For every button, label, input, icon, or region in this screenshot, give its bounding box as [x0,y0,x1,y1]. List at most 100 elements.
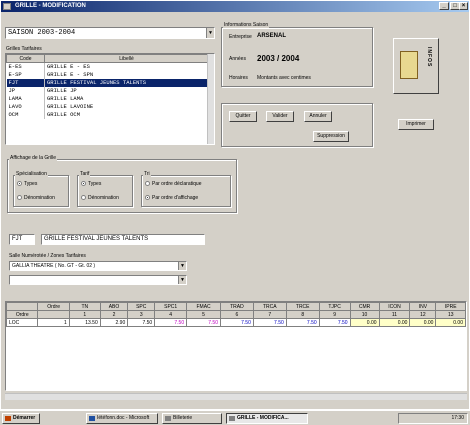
grille-row[interactable]: JP GRILLE JP [6,86,209,95]
grid-cell[interactable]: 7.50 [154,318,188,327]
grid-cell[interactable]: SPC1 [154,302,188,311]
tarif-denom-radio[interactable]: Dénomination [81,195,119,201]
quitter-button[interactable]: Quitter [229,111,257,122]
specialisation-types-radio[interactable]: Types [17,181,37,187]
tarif-grid[interactable]: Ordre TN ABO SPC SPC1 FMAC TRAD TRCA TRCE TJPC CMR… [5,301,467,391]
imprimer-button[interactable]: Imprimer [398,119,434,130]
grid-cell[interactable]: 1 [68,310,101,319]
grid-cell[interactable]: TRCE [285,302,320,311]
tarif-label: Tarif [79,171,91,177]
col-code-header[interactable]: Code [6,54,45,63]
grid-cell[interactable]: 0.00 [349,318,380,327]
grid-cell[interactable]: 13.50 [68,318,101,327]
grid-cell[interactable]: 12 [409,310,437,319]
grid-cell[interactable]: TRAD [219,302,254,311]
grille-row[interactable]: LAVO GRILLE LAVOINE [6,102,209,111]
taskbar-item-billeterie[interactable]: Billeterie [162,413,222,424]
grid-cell[interactable]: TRCA [252,302,287,311]
suppression-button[interactable]: Suppression [313,131,349,142]
grid-cell[interactable] [5,302,39,311]
radio-unchecked-icon [81,195,86,200]
grid-cell[interactable]: LOC [5,318,39,327]
grid-cell[interactable]: 10 [349,310,380,319]
salle-select[interactable]: GALLIA THEATRE ( No. GT - Gt. 02 ) ▼ [9,261,187,271]
grid-cell[interactable]: 5 [186,310,221,319]
annuler-button[interactable]: Annuler [304,111,332,122]
grille-libelle-cell: GRILLE OCM [44,110,209,119]
infos-logo[interactable]: INFOS [393,38,439,94]
grid-cell[interactable]: TJPC [318,302,351,311]
grid-cell[interactable]: SPC [127,302,156,311]
grid-cell[interactable]: 0.00 [435,318,466,327]
grille-row[interactable]: E-ES GRILLE E - ES [6,62,209,71]
grid-cell[interactable]: 7 [252,310,287,319]
grid-cell[interactable] [37,310,70,319]
grid-cell[interactable]: 6 [219,310,254,319]
grid-cell[interactable]: CMR [349,302,380,311]
grid-cell[interactable]: 2 [99,310,129,319]
grid-hscrollbar[interactable] [5,393,467,400]
tri-label: Tri [143,171,151,177]
tri-group [141,175,231,207]
grid-cell[interactable]: 0.00 [378,318,411,327]
grid-cell[interactable]: 7.50 [252,318,287,327]
grille-code-cell: OCM [6,110,45,119]
close-button[interactable]: × [459,2,468,10]
grid-cell[interactable]: IPRE [435,302,466,311]
grid-cell[interactable]: FMAC [186,302,221,311]
taskbar-item-word[interactable]: Iétéfonn.doc - Microsoft [86,413,158,424]
start-button[interactable]: Démarrer [2,413,40,424]
code-field[interactable]: FJT [9,234,35,245]
saison-value: SAISON 2003-2004 [8,29,76,37]
zone-select[interactable]: ▼ [9,275,187,285]
col-libelle-header[interactable]: Libellé [44,54,209,63]
grid-cell[interactable]: 0.00 [409,318,437,327]
annees-label: Années [229,56,246,62]
grid-cell[interactable]: 13 [435,310,466,319]
grid-cell[interactable]: 9 [318,310,351,319]
grid-cell[interactable]: 7.50 [219,318,254,327]
grid-cell[interactable]: 3 [127,310,156,319]
grid-cell[interactable]: ICON [378,302,411,311]
grid-cell[interactable]: 4 [154,310,188,319]
grid-cell[interactable]: 7.50 [186,318,221,327]
radio-unchecked-icon [145,181,150,186]
grid-cell[interactable]: 7.50 [285,318,320,327]
tarif-types-radio[interactable]: Types [81,181,101,187]
grid-cell[interactable]: 8 [285,310,320,319]
actions-group [221,103,373,147]
grid-cell[interactable]: 7.50 [318,318,351,327]
grid-cell[interactable]: Ordre [37,302,70,311]
grid-cell[interactable]: Ordre [5,310,39,319]
grid-cell[interactable]: 1 [37,318,70,327]
tri-declaratique-radio[interactable]: Par ordre déclaratique [145,181,201,187]
grid-cell[interactable]: 11 [378,310,411,319]
chevron-down-icon[interactable]: ▼ [178,262,186,270]
taskbar-item-label: GRILLE - MODIFICA... [237,415,289,421]
chevron-down-icon[interactable]: ▼ [206,28,214,38]
taskbar-item-grille[interactable]: GRILLE - MODIFICA... [226,413,308,424]
grille-row[interactable]: LAMA GRILLE LAMA [6,94,209,103]
grille-row[interactable]: FJT GRILLE FESTIVAL JEUNES TALENTS [6,78,209,87]
grid-cell[interactable]: INV [409,302,437,311]
grid-cell[interactable]: ABO [99,302,129,311]
grid-cell[interactable]: 7.50 [127,318,156,327]
grilles-list[interactable]: Code Libellé E-ES GRILLE E - ES E-SP GRILLE… [5,53,215,145]
specialisation-types-label: Types [24,181,38,187]
grid-row-headers: Ordre TN ABO SPC SPC1 FMAC TRAD TRCA TRCE TJPC CMR… [5,302,466,311]
grid-cell[interactable]: TN [68,302,101,311]
grille-row[interactable]: E-SP GRILLE E - SPN [6,70,209,79]
chevron-down-icon[interactable]: ▼ [178,276,186,284]
list-scrollbar[interactable] [207,54,214,144]
grid-row-row_data: LOC 1 13.50 2.90 7.50 7.50 7.50 7.50 7.50 7.50 7.5… [5,318,466,327]
valider-button[interactable]: Valider [266,111,294,122]
saison-select[interactable]: SAISON 2003-2004 ▼ [5,27,215,39]
grid-cell[interactable]: 2.90 [99,318,129,327]
tri-affichage-radio[interactable]: Par ordre d'affichage [145,195,198,201]
affichage-label: Affichage de la Grille [9,155,58,161]
specialisation-denom-radio[interactable]: Dénomination [17,195,55,201]
minimize-button[interactable]: _ [439,2,449,10]
libelle-field[interactable]: GRILLE FESTIVAL JEUNES TALENTS [41,234,205,245]
grille-row[interactable]: OCM GRILLE OCM [6,110,209,119]
taskbar-item-label: Iétéfonn.doc - Microsoft [97,415,150,421]
